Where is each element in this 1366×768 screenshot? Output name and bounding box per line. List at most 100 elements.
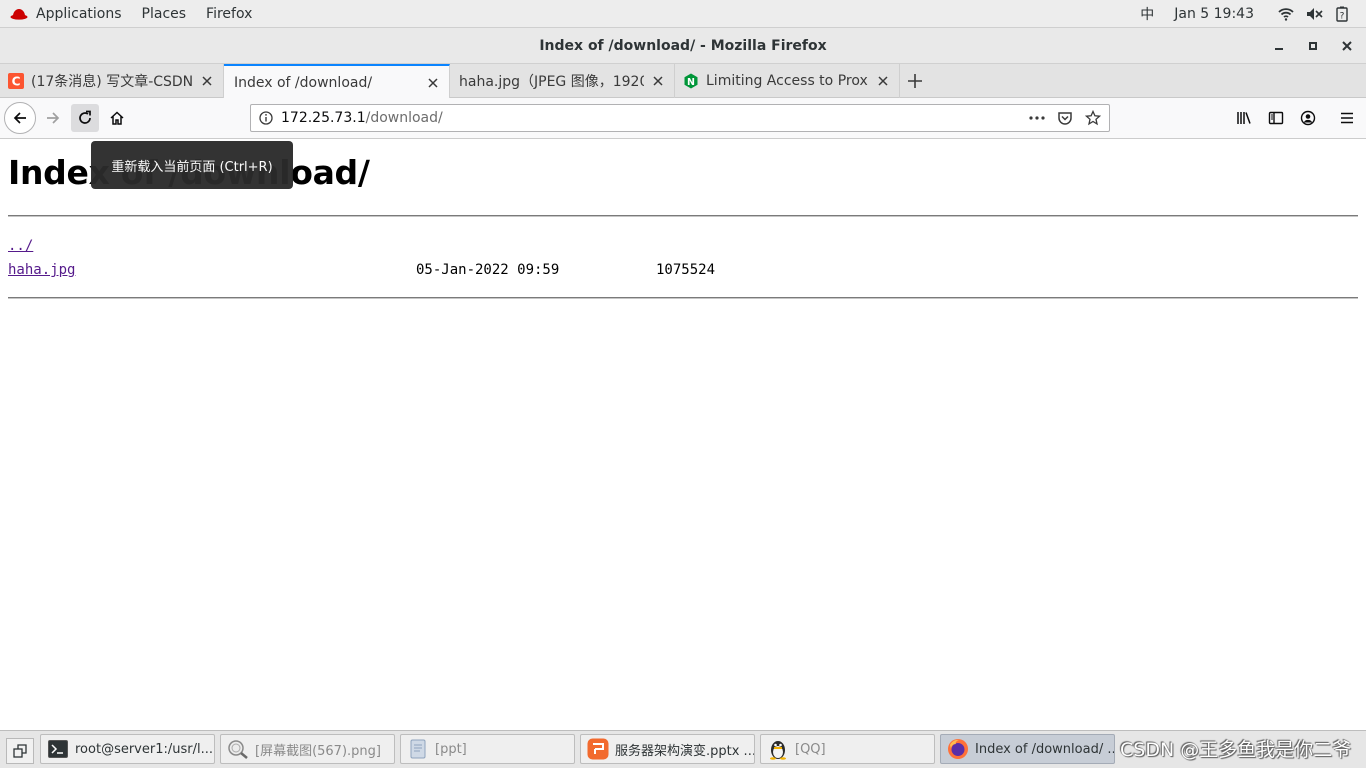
page-content: Index of /download/ ../ haha.jpg 05-Jan-… xyxy=(0,139,1366,730)
back-button[interactable] xyxy=(4,102,36,134)
tab-nginx-docs[interactable]: N Limiting Access to Proxied xyxy=(675,64,900,98)
window-title: Index of /download/ - Mozilla Firefox xyxy=(539,38,827,54)
task-file-manager[interactable]: [ppt] xyxy=(400,734,575,764)
qq-penguin-icon xyxy=(770,741,786,760)
home-icon xyxy=(110,111,124,125)
close-window-button[interactable] xyxy=(1336,35,1358,57)
forward-arrow-icon xyxy=(47,112,60,124)
tab-strip: C (17条消息) 写文章-CSDN Index of /download/ h… xyxy=(0,64,1366,99)
applications-menu[interactable]: Applications xyxy=(0,0,132,28)
task-label: [QQ] xyxy=(795,741,826,757)
app-menu-button[interactable] xyxy=(1333,104,1361,132)
close-icon xyxy=(202,76,212,86)
svg-text:N: N xyxy=(687,77,695,88)
power-status-icon[interactable]: ? xyxy=(1330,6,1354,22)
library-icon xyxy=(1237,112,1251,124)
close-icon xyxy=(1342,41,1352,51)
show-desktop-icon xyxy=(13,744,27,758)
show-desktop-button[interactable] xyxy=(6,738,34,764)
page-actions-button[interactable] xyxy=(1023,105,1051,131)
url-host: 172.25.73.1 xyxy=(281,110,366,126)
close-icon xyxy=(653,76,663,86)
bookmark-star-button[interactable] xyxy=(1079,105,1107,131)
svg-text:C: C xyxy=(12,75,21,89)
url-path: /download/ xyxy=(365,110,443,126)
nginx-icon: N xyxy=(684,73,698,89)
forward-button[interactable] xyxy=(39,104,67,132)
maximize-button[interactable] xyxy=(1302,35,1324,57)
tab-haha-jpg[interactable]: haha.jpg（JPEG 图像，1920× xyxy=(450,64,675,98)
close-icon xyxy=(878,76,888,86)
task-image-viewer[interactable]: [屏幕截图(567).png] xyxy=(220,734,395,764)
csdn-watermark: CSDN @王多鱼我是你二爷 xyxy=(1120,739,1352,761)
minimize-button[interactable] xyxy=(1268,35,1290,57)
volume-muted-icon[interactable] xyxy=(1300,7,1330,21)
file-link-haha-jpg[interactable]: haha.jpg xyxy=(8,262,75,278)
star-icon xyxy=(1085,110,1101,126)
new-tab-button[interactable] xyxy=(902,69,928,93)
terminal-icon xyxy=(48,740,68,758)
wps-presentation-icon xyxy=(587,738,609,760)
tab-csdn[interactable]: C (17条消息) 写文章-CSDN xyxy=(0,64,224,98)
sidebar-icon xyxy=(1268,111,1284,125)
tab-label: (17条消息) 写文章-CSDN xyxy=(31,74,193,90)
url-bar[interactable]: 172.25.73.1/download/ xyxy=(250,104,1110,132)
input-method-indicator[interactable]: 中 xyxy=(1134,4,1160,24)
maximize-icon xyxy=(1309,42,1317,50)
firefox-icon xyxy=(948,739,968,759)
sidebar-toggle-button[interactable] xyxy=(1262,104,1290,132)
reload-button[interactable] xyxy=(71,104,99,132)
window-title-bar: Index of /download/ - Mozilla Firefox xyxy=(0,28,1366,64)
tab-close-button[interactable] xyxy=(425,75,441,91)
hamburger-menu-icon xyxy=(1341,112,1353,124)
task-label: [ppt] xyxy=(435,741,467,757)
library-button[interactable] xyxy=(1230,104,1258,132)
task-label: root@server1:/usr/l... xyxy=(75,741,213,757)
account-button[interactable] xyxy=(1294,104,1322,132)
tab-close-button[interactable] xyxy=(875,73,891,89)
plus-icon xyxy=(908,74,922,88)
task-label: [屏幕截图(567).png] xyxy=(255,743,381,759)
divider xyxy=(8,297,1358,299)
task-terminal[interactable]: root@server1:/usr/l... xyxy=(40,734,215,764)
svg-text:?: ? xyxy=(1340,12,1345,22)
task-qq[interactable]: [QQ] xyxy=(760,734,935,764)
tab-close-button[interactable] xyxy=(199,73,215,89)
tab-close-button[interactable] xyxy=(650,73,666,89)
navigation-toolbar: 172.25.73.1/download/ xyxy=(0,98,1366,139)
task-label: Index of /download/ ... xyxy=(975,741,1114,757)
firefox-menu-label: Firefox xyxy=(206,5,253,22)
ellipsis-icon xyxy=(1029,116,1045,120)
window-list-taskbar: root@server1:/usr/l... [屏幕截图(567).png] [… xyxy=(0,730,1366,768)
task-wps-presentation[interactable]: 服务器架构演变.pptx ... xyxy=(580,734,755,764)
divider xyxy=(8,215,1358,217)
task-firefox[interactable]: Index of /download/ ... xyxy=(940,734,1115,764)
clock[interactable]: Jan 5 19:43 xyxy=(1168,6,1260,22)
places-menu-label: Places xyxy=(141,5,187,22)
wifi-icon[interactable] xyxy=(1272,7,1300,21)
reload-icon xyxy=(79,110,91,124)
image-viewer-icon xyxy=(228,740,248,759)
close-icon xyxy=(428,77,438,88)
places-menu[interactable]: Places xyxy=(132,0,197,28)
firefox-menu[interactable]: Firefox xyxy=(196,0,262,28)
minimize-icon xyxy=(1275,48,1283,50)
url-text[interactable]: 172.25.73.1/download/ xyxy=(281,110,1023,126)
file-manager-icon xyxy=(410,739,426,759)
pocket-icon xyxy=(1058,112,1072,125)
pocket-button[interactable] xyxy=(1051,105,1079,131)
file-date: 05-Jan-2022 09:59 xyxy=(416,262,560,278)
tab-label: Limiting Access to Proxied xyxy=(706,73,869,89)
back-arrow-icon xyxy=(13,112,26,124)
home-button[interactable] xyxy=(103,104,131,132)
tab-label: haha.jpg（JPEG 图像，1920× xyxy=(459,74,644,90)
tab-index-download[interactable]: Index of /download/ xyxy=(224,64,450,99)
parent-directory-link[interactable]: ../ xyxy=(8,238,33,254)
task-label: 服务器架构演变.pptx ... xyxy=(615,743,754,759)
tab-label: Index of /download/ xyxy=(234,74,373,91)
file-size: 1075524 xyxy=(656,262,716,278)
account-icon xyxy=(1300,110,1316,126)
site-info-icon[interactable] xyxy=(251,111,281,125)
csdn-icon: C xyxy=(8,73,24,89)
redhat-icon xyxy=(10,8,28,20)
